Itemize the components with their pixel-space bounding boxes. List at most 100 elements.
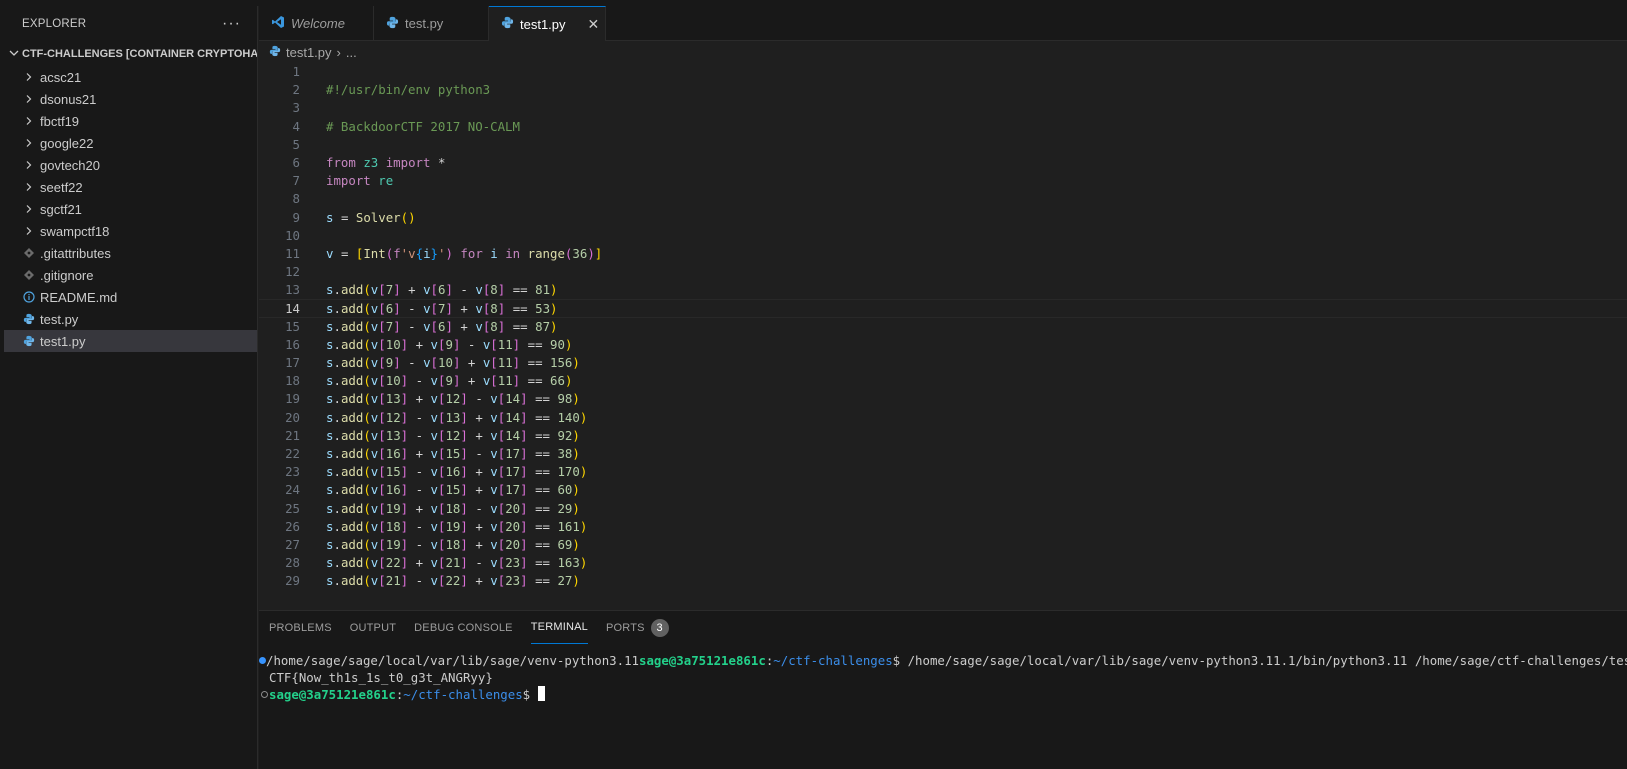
folder-item[interactable]: swampctf18 bbox=[0, 220, 257, 242]
code-line[interactable]: 21 s.add(v[13] - v[12] + v[14] == 92) bbox=[259, 427, 1627, 445]
code-line[interactable]: 22 s.add(v[16] + v[15] - v[17] == 38) bbox=[259, 445, 1627, 463]
code-text: s.add(v[15] - v[16] + v[17] == 170) bbox=[326, 464, 588, 480]
code-line[interactable]: 3 bbox=[259, 99, 1627, 117]
line-number: 11 bbox=[285, 245, 300, 261]
code-text: s.add(v[13] - v[12] + v[14] == 92) bbox=[326, 427, 580, 443]
tab-problems[interactable]: PROBLEMS bbox=[269, 611, 332, 644]
tab-ports[interactable]: PORTS 3 bbox=[606, 611, 669, 644]
line-number: 9 bbox=[292, 209, 300, 225]
code-line[interactable]: 11 v = [Int(f'v{i}') for i in range(36)] bbox=[259, 245, 1627, 263]
command-pending-icon bbox=[259, 686, 269, 703]
folder-item[interactable]: google22 bbox=[0, 132, 257, 154]
code-editor[interactable]: 1 2 #!/usr/bin/env python3 3 4 # BackdoorCTF … bbox=[259, 63, 1627, 610]
code-line[interactable]: 5 bbox=[259, 136, 1627, 154]
code-text: s.add(v[18] - v[19] + v[20] == 161) bbox=[326, 518, 588, 534]
code-line[interactable]: 15 s.add(v[7] - v[6] + v[8] == 87) bbox=[259, 318, 1627, 336]
workspace-label: CTF-CHALLENGES [CONTAINER CRYPTOHA... bbox=[22, 48, 257, 60]
python-icon bbox=[22, 335, 36, 347]
folder-item[interactable]: fbctf19 bbox=[0, 110, 257, 132]
breadcrumb-file[interactable]: test1.py bbox=[286, 45, 332, 60]
code-line[interactable]: 23 s.add(v[15] - v[16] + v[17] == 170) bbox=[259, 463, 1627, 481]
terminal[interactable]: /home/sage/sage/local/var/lib/sage/venv-… bbox=[259, 644, 1627, 703]
tree-item-label: govtech20 bbox=[40, 157, 100, 173]
code-line[interactable]: 8 bbox=[259, 190, 1627, 208]
line-number: 28 bbox=[285, 555, 300, 571]
code-line[interactable]: 24 s.add(v[16] - v[15] + v[17] == 60) bbox=[259, 481, 1627, 499]
code-line[interactable]: 26 s.add(v[18] - v[19] + v[20] == 161) bbox=[259, 518, 1627, 536]
code-text: s.add(v[22] + v[21] - v[23] == 163) bbox=[326, 555, 588, 571]
code-line[interactable]: 1 bbox=[259, 63, 1627, 81]
tree-item-label: fbctf19 bbox=[40, 113, 80, 129]
file-item[interactable]: .gitignore bbox=[0, 264, 257, 286]
chevron-right-icon bbox=[22, 226, 36, 236]
tab-label: Welcome bbox=[291, 16, 345, 31]
line-number: 15 bbox=[285, 318, 300, 334]
close-icon[interactable]: ✕ bbox=[588, 16, 600, 33]
terminal-cursor bbox=[537, 686, 545, 701]
line-number: 4 bbox=[292, 118, 300, 134]
code-text: s.add(v[16] - v[15] + v[17] == 60) bbox=[326, 482, 580, 498]
code-line[interactable]: 17 s.add(v[9] - v[10] + v[11] == 156) bbox=[259, 354, 1627, 372]
file-item[interactable]: test.py bbox=[0, 308, 257, 330]
code-line[interactable]: 7 import re bbox=[259, 172, 1627, 190]
tab-test1-py[interactable]: test1.py ✕ bbox=[489, 6, 606, 41]
chevron-right-icon bbox=[22, 116, 36, 126]
code-text: from z3 import * bbox=[326, 154, 446, 170]
file-item[interactable]: README.md bbox=[0, 286, 257, 308]
file-item[interactable]: test1.py bbox=[4, 330, 257, 352]
chevron-right-icon bbox=[22, 138, 36, 148]
line-number: 6 bbox=[292, 154, 300, 170]
line-number: 3 bbox=[292, 100, 300, 116]
code-line[interactable]: 12 bbox=[259, 263, 1627, 281]
folder-item[interactable]: sgctf21 bbox=[0, 198, 257, 220]
code-line[interactable]: 2 #!/usr/bin/env python3 bbox=[259, 81, 1627, 99]
code-text: s.add(v[6] - v[7] + v[8] == 53) bbox=[326, 301, 558, 317]
tree-item-label: acsc21 bbox=[40, 69, 82, 85]
line-number: 2 bbox=[292, 82, 300, 98]
code-line[interactable]: 4 # BackdoorCTF 2017 NO-CALM bbox=[259, 118, 1627, 136]
code-line[interactable]: 16 s.add(v[10] + v[9] - v[11] == 90) bbox=[259, 336, 1627, 354]
workspace-root[interactable]: CTF-CHALLENGES [CONTAINER CRYPTOHA... bbox=[0, 42, 257, 66]
code-line[interactable]: 6 from z3 import * bbox=[259, 154, 1627, 172]
code-line[interactable]: 20 s.add(v[12] - v[13] + v[14] == 140) bbox=[259, 409, 1627, 427]
cwd: ~/ctf-challenges bbox=[773, 653, 893, 668]
code-line[interactable]: 10 bbox=[259, 227, 1627, 245]
tab-debug-console[interactable]: DEBUG CONSOLE bbox=[414, 611, 513, 644]
code-line[interactable]: 9 s = Solver() bbox=[259, 209, 1627, 227]
git-icon bbox=[22, 269, 36, 281]
code-line[interactable]: 27 s.add(v[19] - v[18] + v[20] == 69) bbox=[259, 536, 1627, 554]
folder-item[interactable]: dsonus21 bbox=[0, 88, 257, 110]
line-number: 17 bbox=[285, 355, 300, 370]
code-line[interactable]: 14 s.add(v[6] - v[7] + v[8] == 53) bbox=[259, 299, 1627, 318]
tab-output[interactable]: OUTPUT bbox=[350, 611, 396, 644]
code-line[interactable]: 18 s.add(v[10] - v[9] + v[11] == 66) bbox=[259, 372, 1627, 390]
folder-item[interactable]: seetf22 bbox=[0, 176, 257, 198]
file-item[interactable]: .gitattributes bbox=[0, 242, 257, 264]
tab-welcome[interactable]: Welcome bbox=[259, 6, 374, 41]
breadcrumb-separator: › bbox=[336, 44, 341, 60]
line-number: 23 bbox=[285, 464, 300, 480]
tab-test-py[interactable]: test.py bbox=[374, 6, 489, 41]
tab-label: test.py bbox=[405, 16, 444, 31]
tab-terminal[interactable]: TERMINAL bbox=[530, 611, 588, 644]
tree-item-label: test.py bbox=[40, 311, 79, 327]
venv-path: /home/sage/sage/local/var/lib/sage/venv-… bbox=[266, 653, 639, 668]
prompt-colon: : bbox=[765, 653, 774, 668]
code-line[interactable]: 19 s.add(v[13] + v[12] - v[14] == 98) bbox=[259, 390, 1627, 408]
line-number: 24 bbox=[285, 482, 300, 498]
code-line[interactable]: 13 s.add(v[7] + v[6] - v[8] == 81) bbox=[259, 281, 1627, 299]
breadcrumb-symbols[interactable]: ... bbox=[346, 45, 357, 60]
folder-item[interactable]: govtech20 bbox=[0, 154, 257, 176]
tree-item-label: swampctf18 bbox=[40, 223, 110, 239]
code-line[interactable]: 28 s.add(v[22] + v[21] - v[23] == 163) bbox=[259, 554, 1627, 572]
code-line[interactable]: 25 s.add(v[19] + v[18] - v[20] == 29) bbox=[259, 500, 1627, 518]
more-actions-icon[interactable]: ··· bbox=[222, 15, 241, 33]
folder-item[interactable]: acsc21 bbox=[0, 66, 257, 88]
chevron-right-icon bbox=[22, 160, 36, 170]
code-line[interactable]: 29 s.add(v[21] - v[22] + v[23] == 27) bbox=[259, 572, 1627, 590]
